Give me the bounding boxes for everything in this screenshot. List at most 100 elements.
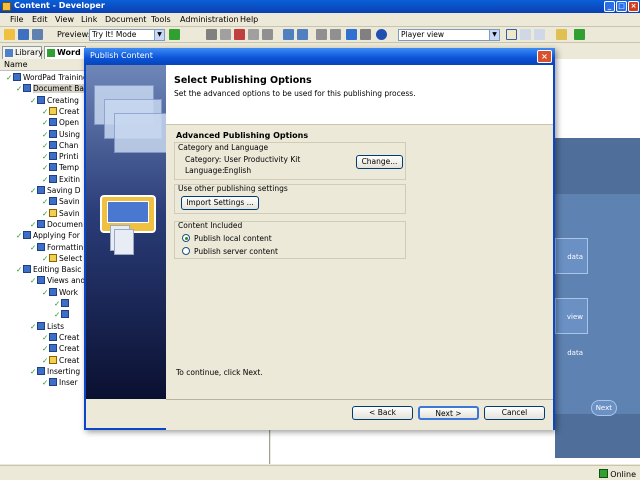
category-label: Category: [185,155,222,164]
indent-icon[interactable] [330,29,341,40]
tab-word[interactable]: Word [44,46,86,59]
maximize-button[interactable]: □ [616,1,627,12]
player-next-button[interactable]: Next [591,400,617,416]
language-label: Language: [185,166,225,175]
book-icon [13,73,21,81]
player-button-data[interactable]: data [555,238,588,274]
paste-icon[interactable] [248,29,259,40]
open-icon[interactable] [4,29,15,40]
wizard-header: Select Publishing Options Set the advanc… [166,65,553,125]
menu-help[interactable]: Help [240,15,258,24]
tree-item[interactable]: ✓ Saving D [30,186,81,197]
topic-icon [49,253,57,262]
undo-icon[interactable] [283,29,294,40]
dialog-titlebar: Publish Content × [84,48,555,65]
tree-item[interactable]: ✓ Views and [30,276,85,287]
tree-item[interactable]: ✓ Open [42,118,79,129]
tree-item[interactable]: ✓ Creating [30,95,79,107]
tree-item[interactable]: ✓ Creat [42,332,79,344]
tree-item[interactable]: ✓ Formattin [30,242,83,254]
tree-item[interactable]: ✓ Savin [42,208,80,220]
layout-3-icon[interactable] [534,29,545,40]
tree-item-label: Creat [59,344,80,354]
tools-icon[interactable] [360,29,371,40]
wizard-side-graphic [86,65,166,399]
next-button[interactable]: Next > [418,406,479,420]
tree-item[interactable]: ✓ Editing Basic [16,265,81,276]
checkmark-icon: ✓ [42,253,49,263]
menu-view[interactable]: View [55,15,74,24]
tree-item[interactable]: ✓ Documen [30,219,83,231]
preview-mode-select[interactable]: Try It! Mode ▼ [89,29,165,41]
close-button[interactable]: × [628,1,639,12]
menu-document[interactable]: Document [105,15,146,24]
spellcheck-icon[interactable] [346,29,357,40]
menu-file[interactable]: File [10,15,23,24]
page-icon [49,129,57,138]
tree-item[interactable]: ✓ Chan [42,140,78,152]
tree-item[interactable]: ✓ Creat [42,355,79,367]
help-icon[interactable] [376,29,387,40]
checkmark-icon: ✓ [42,152,49,162]
page-icon [49,140,57,149]
tab-label: Library [15,48,43,57]
back-button[interactable]: < Back [352,406,413,420]
import-settings-button[interactable]: Import Settings ... [181,196,259,210]
checkmark-icon: ✓ [42,174,49,184]
dialog-close-button[interactable]: × [537,50,552,63]
save-icon[interactable] [18,29,29,40]
minimize-button[interactable]: _ [604,1,615,12]
change-button[interactable]: Change... [356,155,403,169]
tree-item[interactable]: ✓ Printi [42,152,78,163]
menu-edit[interactable]: Edit [32,15,48,24]
refresh-icon[interactable] [574,29,585,40]
layout-2-icon[interactable] [520,29,531,40]
tree-item-label: Using [59,129,80,139]
page-icon [49,152,57,161]
layout-icon[interactable] [506,29,517,40]
tree-item[interactable]: ✓ Document Ba [16,84,84,95]
find-icon[interactable] [262,29,273,40]
tree-item[interactable]: ✓ Creat [42,344,79,355]
tree-item[interactable]: ✓ Work [42,287,78,299]
tab-library[interactable]: Library [2,46,43,59]
tree-item-label: Creating [47,95,79,105]
menu-administration[interactable]: Administration [180,15,239,24]
tree-item[interactable]: ✓ Temp [42,163,79,174]
copy-icon[interactable] [220,29,231,40]
folder-icon[interactable] [556,29,567,40]
tree-item-label: Temp [59,163,79,173]
outdent-icon[interactable] [316,29,327,40]
view-select[interactable]: Player view ▼ [398,29,500,41]
tree-item[interactable]: ✓ Inserting [30,366,80,378]
delete-icon[interactable] [234,29,245,40]
tree-item[interactable]: ✓ Exitin [42,174,80,186]
tree-item[interactable]: ✓ [54,310,71,321]
chevron-down-icon: ▼ [489,30,499,40]
dialog-title: Publish Content [90,51,153,60]
menu-tools[interactable]: Tools [151,15,171,24]
tree-item[interactable]: ✓ Savin [42,197,80,208]
tree-item[interactable]: ✓ WordPad Training [6,73,88,84]
tree-item[interactable]: ✓ Creat [42,106,79,118]
publish-server-radio[interactable]: Publish server content [182,247,278,256]
publish-local-radio[interactable]: Publish local content [182,234,272,243]
tree-item[interactable]: ✓ [54,299,71,310]
cancel-button[interactable]: Cancel [484,406,545,420]
topic-icon [49,355,57,364]
tree-item[interactable]: ✓ Select [42,253,83,265]
menu-link[interactable]: Link [81,15,97,24]
tree-item[interactable]: ✓ Applying For [16,231,80,242]
tree-item[interactable]: ✓ Using [42,129,80,141]
tree-item[interactable]: ✓ Lists [30,321,64,333]
page-icon [49,118,57,127]
go-icon[interactable] [169,29,180,40]
player-button-view-data[interactable]: view data [555,298,588,357]
app-title: Content - Developer [14,1,105,10]
print-icon[interactable] [32,29,43,40]
redo-icon[interactable] [297,29,308,40]
checkmark-icon: ✓ [42,208,49,218]
tree-item-label: Select [59,253,83,263]
cut-icon[interactable] [206,29,217,40]
tree-item[interactable]: ✓ Inser [42,378,78,389]
